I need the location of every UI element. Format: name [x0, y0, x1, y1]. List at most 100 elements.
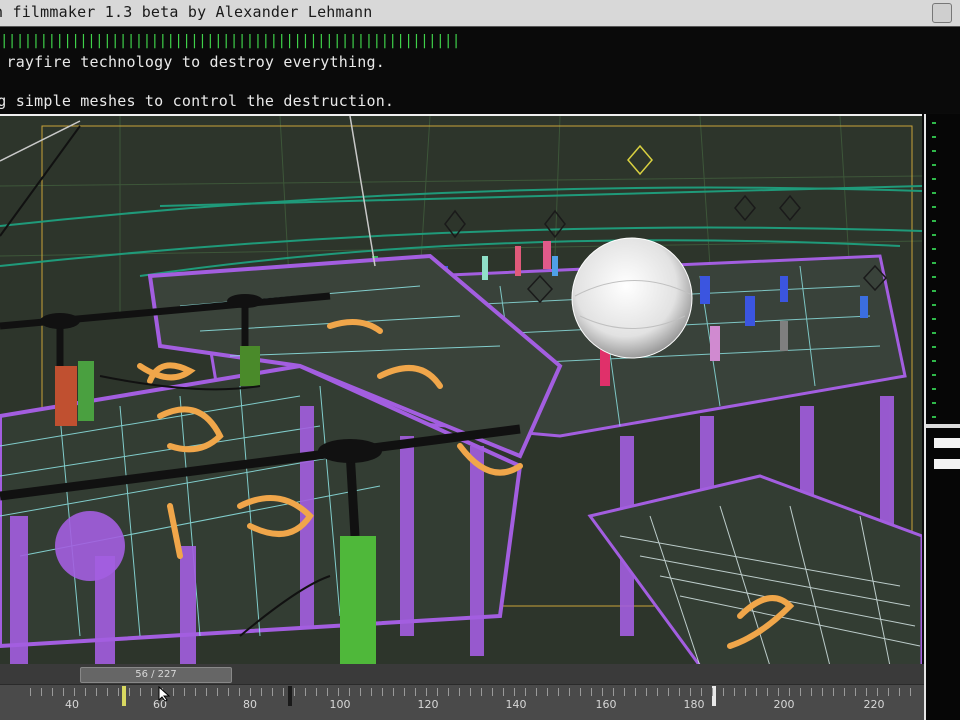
ruler-tick [723, 688, 724, 696]
ruler-tick [844, 688, 845, 696]
ruler-tick [459, 688, 460, 696]
ruler-tick [250, 688, 251, 696]
ruler-tick [118, 688, 119, 696]
ruler-tick [184, 688, 185, 696]
time-slider[interactable]: 56 / 227 [80, 667, 232, 683]
timeline[interactable]: 56 / 227 40 60 80 100 120 140 160 180 20… [0, 664, 924, 720]
ruler-tick [602, 688, 603, 696]
ruler-tick [569, 688, 570, 696]
ruler-tick [811, 688, 812, 696]
ruler-tick [712, 688, 713, 696]
ruler-tick [646, 688, 647, 696]
dummy-helpers [627, 144, 653, 176]
tick-label: 220 [863, 698, 885, 711]
ruler-tick [129, 688, 130, 696]
ruler-tick [778, 688, 779, 696]
close-icon[interactable] [932, 3, 952, 23]
console-panel: ||||||||||||||||||||||||||||||||||||||||… [0, 27, 960, 113]
tick-label: 120 [417, 698, 439, 711]
ruler-tick [866, 688, 867, 696]
ruler-tick [415, 688, 416, 696]
ruler-tick [635, 688, 636, 696]
ruler-tick [624, 688, 625, 696]
ruler-tick [316, 688, 317, 696]
ruler-tick [536, 688, 537, 696]
ruler-tick [206, 688, 207, 696]
ruler-tick [283, 688, 284, 696]
ruler-tick [756, 688, 757, 696]
ruler-tick [173, 688, 174, 696]
level-meter [932, 122, 936, 422]
ruler-tick [272, 688, 273, 696]
ruler-tick [96, 688, 97, 696]
tick-label: 160 [595, 698, 617, 711]
ruler-tick [195, 688, 196, 696]
ruler-tick [470, 688, 471, 696]
ruler-tick [745, 688, 746, 696]
tick-label: 40 [65, 698, 79, 711]
tick-label: 200 [773, 698, 795, 711]
timeline-ruler[interactable]: 40 60 80 100 120 140 160 180 200 220 [0, 684, 924, 720]
viewport-scene [0, 116, 922, 666]
ruler-tick [294, 688, 295, 696]
ruler-tick [360, 688, 361, 696]
ruler-tick [393, 688, 394, 696]
ruler-tick [800, 688, 801, 696]
ruler-tick [261, 688, 262, 696]
panel-button-2[interactable] [934, 459, 960, 469]
ruler-tick [547, 688, 548, 696]
ruler-tick [338, 688, 339, 696]
ruler-tick [525, 688, 526, 696]
title-bar: n filmmaker 1.3 beta by Alexander Lehman… [0, 0, 960, 27]
keyframe-marker[interactable] [288, 686, 292, 706]
ruler-tick [140, 688, 141, 696]
ruler-tick [558, 688, 559, 696]
ruler-tick [679, 688, 680, 696]
ruler-tick [52, 688, 53, 696]
keyframe-marker[interactable] [122, 686, 126, 706]
console-line-1: g rayfire technology to destroy everythi… [0, 53, 385, 71]
ruler-tick [701, 688, 702, 696]
ruler-tick [426, 688, 427, 696]
ruler-tick [580, 688, 581, 696]
ruler-tick [767, 688, 768, 696]
ruler-tick [85, 688, 86, 696]
ruler-tick [855, 688, 856, 696]
panel-button-1[interactable] [934, 438, 960, 448]
tick-label: 180 [683, 698, 705, 711]
ruler-tick [668, 688, 669, 696]
ruler-tick [591, 688, 592, 696]
ruler-tick [514, 688, 515, 696]
ruler-tick [888, 688, 889, 696]
mouse-cursor-icon [158, 686, 171, 702]
ruler-tick [217, 688, 218, 696]
ruler-tick [910, 688, 911, 696]
ruler-tick [481, 688, 482, 696]
side-panel [924, 114, 960, 720]
ruler-tick [822, 688, 823, 696]
console-line-2: ng simple meshes to control the destruct… [0, 92, 395, 110]
ruler-tick [899, 688, 900, 696]
ruler-tick [503, 688, 504, 696]
ruler-tick [305, 688, 306, 696]
ruler-tick [74, 688, 75, 696]
ruler-tick [690, 688, 691, 696]
time-slider-track[interactable]: 56 / 227 [0, 664, 924, 685]
ruler-tick [30, 688, 31, 696]
ruler-tick [228, 688, 229, 696]
ruler-tick [41, 688, 42, 696]
progress-bars: ||||||||||||||||||||||||||||||||||||||||… [0, 33, 460, 49]
panel-divider [926, 424, 960, 428]
tick-label: 80 [243, 698, 257, 711]
ruler-tick [404, 688, 405, 696]
ruler-tick [107, 688, 108, 696]
3d-viewport[interactable] [0, 114, 922, 666]
ruler-tick [877, 688, 878, 696]
tick-label: 140 [505, 698, 527, 711]
ruler-tick [239, 688, 240, 696]
ruler-tick [327, 688, 328, 696]
ruler-tick [448, 688, 449, 696]
frame-counter: 56 / 227 [135, 669, 177, 680]
wire-sphere [571, 237, 693, 359]
ruler-tick [151, 688, 152, 696]
